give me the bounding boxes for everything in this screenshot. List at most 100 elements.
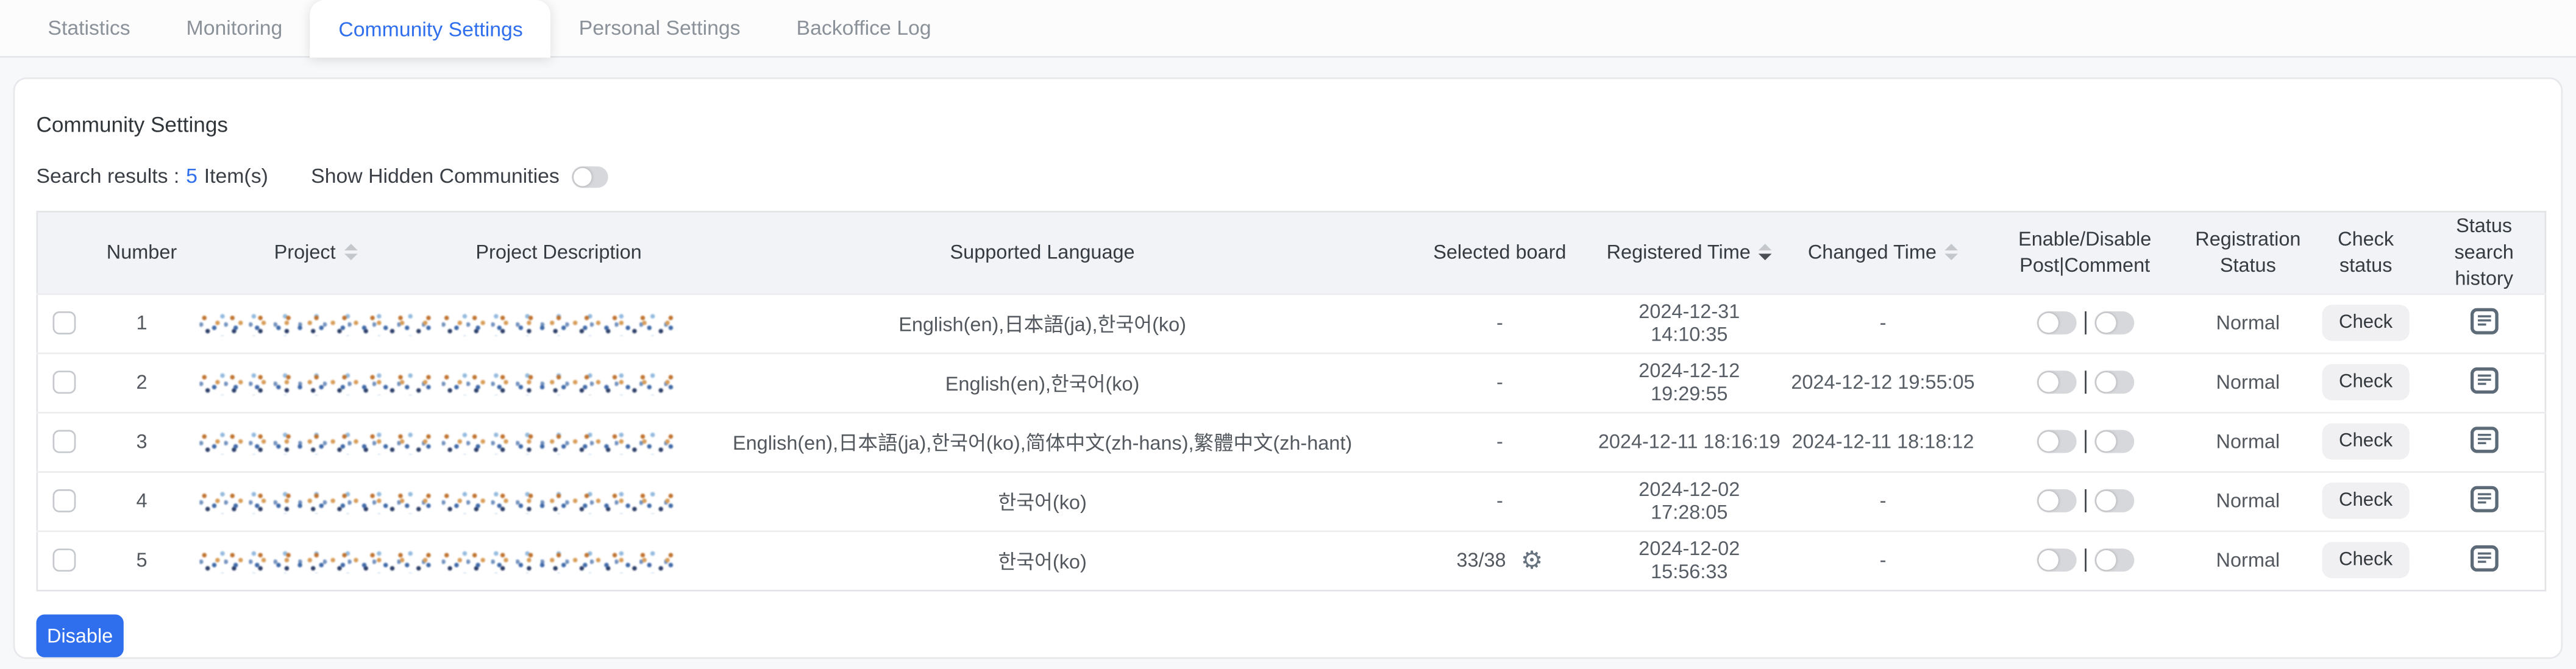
status-search-history-icon[interactable] [2470, 426, 2498, 457]
post-toggle[interactable] [2036, 372, 2076, 395]
post-toggle[interactable] [2036, 431, 2076, 454]
header-registered-time[interactable]: Registered Time [1595, 211, 1784, 293]
status-search-history-icon[interactable] [2470, 485, 2498, 516]
tab-personal-settings[interactable]: Personal Settings [551, 0, 769, 56]
sort-icon-project[interactable] [344, 244, 357, 261]
post-toggle[interactable] [2036, 490, 2076, 513]
row-checkbox[interactable] [52, 431, 76, 454]
redacted-project-name [199, 429, 433, 454]
header-changed-time-label: Changed Time [1808, 239, 1937, 266]
row-number: 2 [90, 353, 193, 412]
selected-board-count: 33/38 [1456, 549, 1506, 572]
registration-status: Normal [2188, 293, 2308, 352]
page-content: Community Settings Search results : 5 It… [0, 58, 2576, 659]
post-toggle[interactable] [2036, 550, 2076, 573]
row-checkbox[interactable] [52, 372, 76, 395]
selected-board-cell: 33/38 ⚙︎ [1405, 531, 1595, 590]
comment-toggle[interactable] [2094, 550, 2133, 573]
registration-status: Normal [2188, 471, 2308, 530]
post-comment-toggles [1982, 531, 2188, 590]
search-summary-row: Search results : 5 Item(s) Show Hidden C… [36, 165, 2539, 188]
page-title: Community Settings [36, 79, 2539, 137]
header-number: Number [90, 211, 193, 293]
status-search-history-icon[interactable] [2470, 545, 2498, 576]
registered-time: 2024-12-31 14:10:35 [1595, 293, 1784, 352]
comment-toggle[interactable] [2094, 431, 2133, 454]
redacted-project-name [199, 311, 433, 336]
changed-time: - [1784, 293, 1982, 352]
app-viewport: Statistics Monitoring Community Settings… [0, 0, 2576, 669]
row-number: 1 [90, 293, 193, 352]
sort-icon-registered-time[interactable] [1759, 244, 1772, 261]
toggle-divider [2084, 490, 2086, 513]
post-comment-toggles [1982, 293, 2188, 352]
redacted-project-description [442, 489, 676, 514]
registration-status: Normal [2188, 531, 2308, 590]
show-hidden-communities-label: Show Hidden Communities [311, 165, 560, 188]
comment-toggle[interactable] [2094, 372, 2133, 395]
supported-languages: English(en),日本語(ja),한국어(ko),简体中文(zh-hans… [680, 412, 1405, 471]
supported-languages: English(en),한국어(ko) [680, 353, 1405, 412]
header-project[interactable]: Project [194, 211, 438, 293]
changed-time: 2024-12-12 19:55:05 [1784, 353, 1982, 412]
header-check-status: Check status [2308, 211, 2424, 293]
redacted-project-description [442, 311, 676, 336]
toggle-divider [2084, 312, 2086, 335]
tab-statistics[interactable]: Statistics [20, 0, 158, 56]
row-checkbox[interactable] [52, 550, 76, 573]
tab-monitoring[interactable]: Monitoring [158, 0, 311, 56]
check-status-button[interactable]: Check [2322, 542, 2409, 578]
disable-button[interactable]: Disable [36, 614, 123, 656]
toggle-divider [2084, 372, 2086, 395]
registered-time: 2024-12-02 17:28:05 [1595, 471, 1784, 530]
header-project-description: Project Description [438, 211, 680, 293]
selected-board: - [1405, 412, 1595, 471]
search-results-suffix: Item(s) [204, 165, 268, 188]
status-search-history-icon[interactable] [2470, 367, 2498, 398]
toggle-divider [2084, 550, 2086, 573]
check-status-button[interactable]: Check [2322, 423, 2409, 459]
header-registered-time-label: Registered Time [1607, 239, 1751, 266]
selected-board: - [1405, 471, 1595, 530]
show-hidden-communities-toggle[interactable] [572, 166, 608, 187]
header-project-label: Project [274, 239, 336, 266]
header-select [37, 211, 90, 293]
row-number: 4 [90, 471, 193, 530]
search-results-text: Search results : 5 Item(s) [36, 165, 268, 188]
table-row: 1 English(en),日本語(ja),한국어(ko) - 2024-12-… [37, 293, 2546, 352]
status-search-history-icon[interactable] [2470, 307, 2498, 338]
redacted-project-description [442, 429, 676, 454]
header-enable-disable: Enable/Disable Post|Comment [1982, 211, 2188, 293]
check-status-button[interactable]: Check [2322, 483, 2409, 519]
post-toggle[interactable] [2036, 312, 2076, 335]
toggle-divider [2084, 431, 2086, 454]
row-number: 5 [90, 531, 193, 590]
redacted-project-name [199, 489, 433, 514]
check-status-button[interactable]: Check [2322, 305, 2409, 341]
registered-time: 2024-12-11 18:16:19 [1595, 412, 1784, 471]
table-row: 2 English(en),한국어(ko) - 2024-12-12 19:29… [37, 353, 2546, 412]
comment-toggle[interactable] [2094, 490, 2133, 513]
row-number: 3 [90, 412, 193, 471]
board-settings-gear-icon[interactable]: ⚙︎ [1521, 548, 1543, 573]
check-status-button[interactable]: Check [2322, 364, 2409, 400]
changed-time: - [1784, 471, 1982, 530]
tab-backoffice-log[interactable]: Backoffice Log [769, 0, 959, 56]
table-header-row: Number Project Project Description Suppo… [37, 211, 2546, 293]
row-checkbox[interactable] [52, 312, 76, 335]
header-registration-status: Registration Status [2188, 211, 2308, 293]
top-tab-bar: Statistics Monitoring Community Settings… [0, 0, 2576, 58]
changed-time: 2024-12-11 18:18:12 [1784, 412, 1982, 471]
row-checkbox[interactable] [52, 490, 76, 513]
header-changed-time[interactable]: Changed Time [1784, 211, 1982, 293]
registered-time: 2024-12-12 19:29:55 [1595, 353, 1784, 412]
comment-toggle[interactable] [2094, 312, 2133, 335]
sort-icon-changed-time[interactable] [1944, 244, 1958, 261]
search-results-prefix: Search results : [36, 165, 179, 188]
communities-table: Number Project Project Description Suppo… [36, 211, 2546, 590]
table-row: 3 English(en),日本語(ja),한국어(ko),简体中文(zh-ha… [37, 412, 2546, 471]
supported-languages: 한국어(ko) [680, 531, 1405, 590]
tab-community-settings[interactable]: Community Settings [310, 0, 550, 58]
selected-board: - [1405, 293, 1595, 352]
table-row: 5 한국어(ko) 33/38 ⚙︎ 2024-12-02 15:56:33 - [37, 531, 2546, 590]
